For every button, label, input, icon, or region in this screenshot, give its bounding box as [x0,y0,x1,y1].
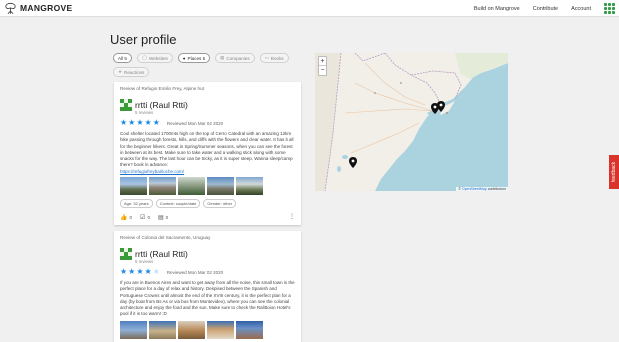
star-icon: ★ [128,267,136,276]
tag-gender: Gender: other [203,198,237,208]
review-photo[interactable] [178,320,205,339]
review-photos [120,320,295,339]
filter-websites[interactable]: ◯ Websites [136,53,173,63]
filter-companies[interactable]: ▦ Companies [215,53,255,63]
review-tags: Age: 32 years Context: couple/date Gende… [120,198,295,208]
nav-contribute[interactable]: Contribute [533,6,558,12]
filter-websites-label: Websites [148,55,168,61]
osm-link[interactable]: OpenStreetMap [462,187,487,191]
star-icon: ★ [120,267,128,276]
review-photo[interactable] [236,320,263,339]
filter-companies-label: Companies [226,55,250,61]
map-zoom-controls: + − [318,56,327,76]
filter-places-label: Places 5 [187,55,206,61]
review-date: Reviewed Mon Mar 02 2020 [166,120,224,126]
reaction-count: 0 [165,214,169,220]
review-date: Reviewed Mon Mar 02 2020 [166,269,224,275]
like-count: 0 [129,214,133,220]
review-photo[interactable] [207,320,234,339]
review-link[interactable]: https://refugiofreybariloche.com/ [120,169,295,174]
review-text: If you are in Buenos Aires and want to g… [120,280,295,317]
author-review-count: 5 reviews [135,110,154,115]
feedback-label: feedback [611,161,617,183]
mangrove-tree-icon [5,2,16,14]
nav-build-on-mangrove[interactable]: Build on Mangrove [474,6,520,12]
attribution-prefix: © [458,187,462,191]
reaction-icon: ★ [118,69,123,74]
avatar [120,99,132,111]
thumbs-up-icon: 👍 [120,214,128,221]
more-options-icon[interactable]: ⋮ [289,213,295,220]
filter-books[interactable]: ▭ Books [259,53,289,63]
avatar [120,248,132,260]
feedback-tab[interactable]: feedback [609,155,619,189]
review-photo[interactable] [207,176,234,195]
confirm-button[interactable]: ☑ 0 [140,214,150,221]
filter-places[interactable]: ● Places 5 [177,53,211,63]
review-text: Cool shelter located 1700mts high on the… [120,131,294,168]
check-icon: ☑ [140,214,146,221]
review-actions: 👍 0 ☑ 0 ▤ 0 ⋮ [120,214,295,221]
author-name: rrtti (Raul Rtti) [135,100,188,110]
react-button[interactable]: ▤ 0 [158,214,168,221]
zoom-out-button[interactable]: − [319,66,326,75]
review-photos [120,176,295,195]
tag-age: Age: 32 years [120,198,153,208]
reaction-icon: ▤ [158,214,164,221]
review-card: Review of Colonia del Sacramento, Urugua… [114,231,301,342]
star-rating: ★ ★ ★ ★ ★ Reviewed Mon Mar 02 2020 [120,119,295,127]
tag-context: Context: couple/date [155,198,201,208]
review-photo[interactable] [149,320,176,339]
star-icon: ★ [152,118,160,127]
top-bar: MANGROVE Build on Mangrove Contribute Ac… [0,0,619,17]
review-subject: Review of Refugio Emilio Frey, Alpine hu… [120,86,204,91]
star-empty-icon: ★ [152,267,160,276]
pin-icon: ● [182,55,186,61]
map-canvas [315,53,508,191]
star-rating: ★ ★ ★ ★ ★ Reviewed Mon Mar 02 2020 [120,268,295,276]
star-icon: ★ [144,118,152,127]
filter-reactions[interactable]: ★ Reactions [113,67,150,77]
building-icon: ▦ [220,55,225,60]
star-icon: ★ [120,118,128,127]
author-name: rrtti (Raul Rtti) [135,249,188,259]
reviews-map[interactable]: + − © OpenStreetMap contributors [315,53,508,191]
filter-all[interactable]: All 5 [113,53,132,63]
star-icon: ★ [144,267,152,276]
logo[interactable]: MANGROVE [4,2,72,15]
like-button[interactable]: 👍 0 [120,214,132,221]
nav-account[interactable]: Account [571,6,591,12]
author-review-count: 5 reviews [135,259,154,264]
review-photo[interactable] [149,176,176,195]
star-icon: ★ [128,118,136,127]
filter-books-label: Books [270,55,284,61]
attribution-suffix: contributors [487,187,506,191]
review-subject: Review of Colonia del Sacramento, Urugua… [120,235,211,240]
map-attribution: © OpenStreetMap contributors [456,187,508,191]
filter-chips: All 5 ◯ Websites ● Places 5 ▦ Companies … [113,53,303,77]
globe-icon: ◯ [141,55,147,60]
confirm-count: 0 [147,214,150,220]
review-photo[interactable] [120,320,147,339]
review-photo[interactable] [120,176,147,195]
review-photo[interactable] [236,176,263,195]
page-title: User profile [110,32,177,47]
review-photo[interactable] [178,176,205,195]
filter-all-label: All 5 [118,55,127,61]
top-nav: Build on Mangrove Contribute Account [474,0,615,17]
star-icon: ★ [136,267,144,276]
apps-grid-icon[interactable] [604,3,615,14]
review-card: Review of Refugio Emilio Frey, Alpine hu… [114,82,301,225]
app-title: MANGROVE [20,3,73,13]
filter-reactions-label: Reactions [124,69,145,75]
zoom-in-button[interactable]: + [319,57,326,66]
star-icon: ★ [136,118,144,127]
book-icon: ▭ [264,55,269,60]
